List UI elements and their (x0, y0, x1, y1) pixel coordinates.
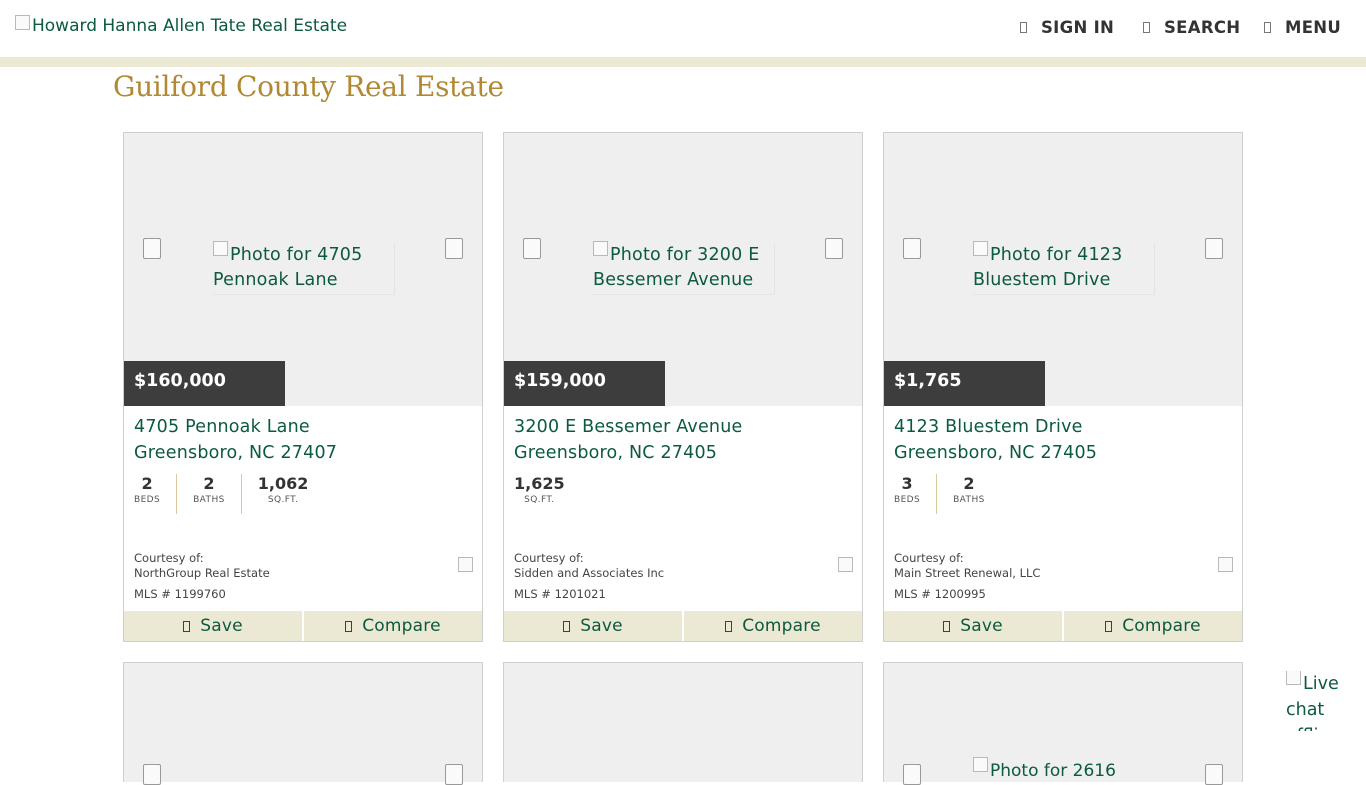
save-button[interactable]: Save (504, 611, 682, 641)
courtesy-block: Courtesy of: Sidden and Associates Inc (514, 551, 664, 581)
broker-name: Sidden and Associates Inc (514, 566, 665, 580)
listing-city: Greensboro, NC 27407 (134, 443, 338, 463)
listing-city: Greensboro, NC 27405 (894, 443, 1098, 463)
user-icon (1020, 22, 1027, 33)
photo-image-icon (973, 241, 988, 256)
select-checkbox[interactable] (143, 238, 161, 259)
courtesy-block: Courtesy of: Main Street Renewal, LLC (894, 551, 1040, 581)
listing-photo[interactable]: Photo for 3200 E Bessemer Avenue $159,00… (504, 133, 862, 406)
listing-price: $160,000 (124, 361, 285, 406)
listing-street: 4705 Pennoak Lane (134, 417, 310, 437)
mls-logo-icon (838, 557, 853, 572)
card-actions: Save Compare (504, 611, 862, 641)
listing-city: Greensboro, NC 27405 (514, 443, 718, 463)
logo-alt-text: Howard Hanna Allen Tate Real Estate (32, 16, 348, 36)
listing-card[interactable]: Photo for 3200 E Bessemer Avenue $159,00… (503, 132, 863, 642)
photo-alt-text: Photo for 4123 Bluestem Drive (973, 241, 1155, 295)
mls-logo-icon (1218, 557, 1233, 572)
broker-name: NorthGroup Real Estate (134, 566, 270, 580)
photo-image-icon (593, 241, 608, 256)
menu-icon (1264, 22, 1271, 33)
search-icon (1143, 22, 1150, 33)
mls-number: MLS # 1200995 (894, 587, 986, 601)
favorite-checkbox[interactable] (825, 238, 843, 259)
compare-icon (1105, 620, 1113, 632)
favorite-checkbox[interactable] (1205, 238, 1223, 259)
listing-address-link[interactable]: 3200 E Bessemer Avenue Greensboro, NC 27… (514, 414, 742, 466)
photo-image-icon (973, 757, 988, 772)
mls-number: MLS # 1201021 (514, 587, 606, 601)
listing-card[interactable]: Photo for 4123 Bluestem Drive $1,765 412… (883, 132, 1243, 642)
broker-name: Main Street Renewal, LLC (894, 566, 1041, 580)
sign-in-button[interactable]: SIGN IN (1020, 18, 1114, 37)
mls-number: MLS # 1199760 (134, 587, 226, 601)
photo-alt-text: Photo for 4705 Pennoak Lane (213, 241, 395, 295)
listing-price: $1,765 (884, 361, 1045, 406)
sign-in-label: SIGN IN (1041, 18, 1115, 37)
search-button[interactable]: SEARCH (1143, 18, 1240, 37)
heart-icon (183, 620, 191, 632)
listing-stats: 2 BEDS 2 BATHS 1,062 SQ.FT. (134, 474, 324, 514)
compare-button[interactable]: Compare (1062, 611, 1242, 641)
stat-sqft: 1,625 SQ.FT. (514, 474, 565, 505)
listing-address-link[interactable]: 4705 Pennoak Lane Greensboro, NC 27407 (134, 414, 337, 466)
listing-stats: 1,625 SQ.FT. (514, 474, 581, 514)
photo-alt-text: Photo for 2616 (973, 757, 1116, 781)
courtesy-label: Courtesy of: (894, 551, 964, 565)
courtesy-label: Courtesy of: (134, 551, 204, 565)
heart-icon (943, 620, 951, 632)
listing-address-link[interactable]: 4123 Bluestem Drive Greensboro, NC 27405 (894, 414, 1097, 466)
compare-icon (345, 620, 353, 632)
mls-logo-icon (458, 557, 473, 572)
listing-photo[interactable]: Photo for 4705 Pennoak Lane $160,000 (124, 133, 482, 406)
stat-baths: 2 BATHS (176, 474, 241, 514)
select-checkbox[interactable] (523, 238, 541, 259)
chat-image-icon (1286, 671, 1301, 685)
select-checkbox[interactable] (903, 764, 921, 785)
site-header: Howard Hanna Allen Tate Real Estate SIGN… (0, 0, 1366, 57)
favorite-checkbox[interactable] (445, 764, 463, 785)
select-checkbox[interactable] (903, 238, 921, 259)
stat-sqft: 1,062 SQ.FT. (240, 474, 325, 514)
listing-stats: 3 BEDS 2 BATHS (894, 474, 1001, 514)
favorite-checkbox[interactable] (1205, 764, 1223, 785)
listing-card-partial[interactable] (503, 662, 863, 782)
select-checkbox[interactable] (143, 764, 161, 785)
stat-baths: 2 BATHS (936, 474, 1001, 514)
header-divider (0, 57, 1366, 67)
photo-alt-text: Photo for 3200 E Bessemer Avenue (593, 241, 775, 295)
page-title: Guilford County Real Estate (113, 70, 504, 103)
listing-photo[interactable]: Photo for 4123 Bluestem Drive $1,765 (884, 133, 1242, 406)
listing-price: $159,000 (504, 361, 665, 406)
listing-card-partial[interactable] (123, 662, 483, 785)
favorite-checkbox[interactable] (445, 238, 463, 259)
listing-card-partial[interactable]: Photo for 2616 (883, 662, 1243, 785)
compare-icon (725, 620, 733, 632)
stat-beds: 2 BEDS (134, 474, 161, 505)
logo-image-icon (15, 14, 30, 30)
menu-label: MENU (1285, 18, 1342, 37)
listing-street: 3200 E Bessemer Avenue (514, 417, 743, 437)
compare-button[interactable]: Compare (302, 611, 482, 641)
card-actions: Save Compare (124, 611, 482, 641)
save-button[interactable]: Save (884, 611, 1062, 641)
courtesy-block: Courtesy of: NorthGroup Real Estate (134, 551, 270, 581)
save-button[interactable]: Save (124, 611, 302, 641)
stat-beds: 3 BEDS (894, 474, 921, 505)
menu-button[interactable]: MENU (1264, 18, 1341, 37)
photo-image-icon (213, 241, 228, 256)
courtesy-label: Courtesy of: (514, 551, 584, 565)
live-chat-button[interactable]: Live chat offline (1286, 671, 1346, 731)
card-actions: Save Compare (884, 611, 1242, 641)
listing-card[interactable]: Photo for 4705 Pennoak Lane $160,000 470… (123, 132, 483, 642)
heart-icon (563, 620, 571, 632)
compare-button[interactable]: Compare (682, 611, 862, 641)
search-label: SEARCH (1164, 18, 1241, 37)
site-logo-link[interactable]: Howard Hanna Allen Tate Real Estate (15, 14, 348, 36)
listing-street: 4123 Bluestem Drive (894, 417, 1083, 437)
